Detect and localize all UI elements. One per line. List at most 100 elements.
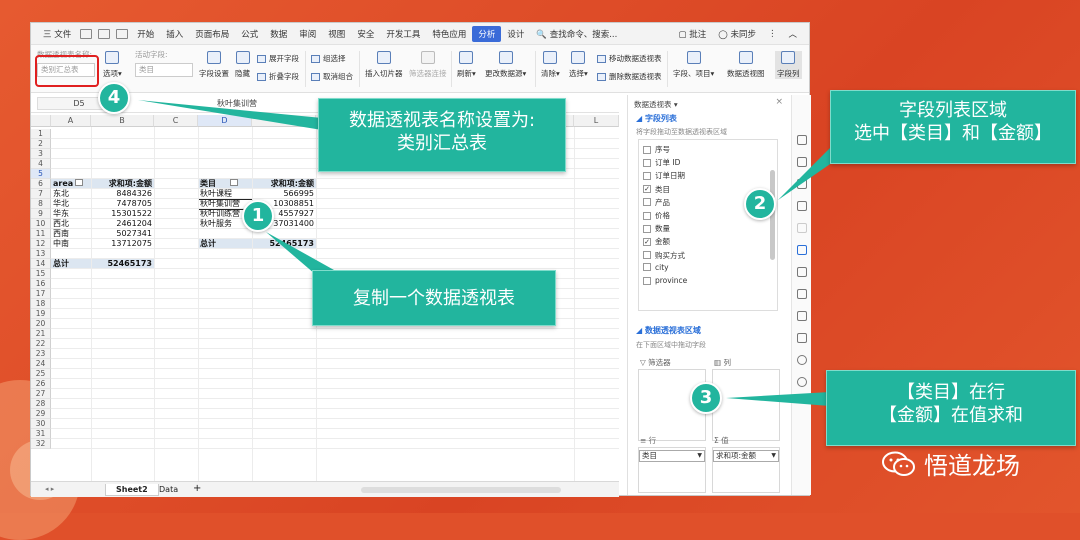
menu-tab-2[interactable]: 页面布局 [189,28,235,40]
row-header[interactable]: 29 [31,409,51,419]
row-header[interactable]: 10 [31,219,51,229]
menu-file[interactable]: 三 文件 [37,28,77,40]
checkbox-icon[interactable] [643,224,651,233]
cursor-icon[interactable] [797,135,807,145]
field-item[interactable]: city [643,263,669,272]
pivot-pane-icon[interactable] [797,245,807,255]
checkbox-icon[interactable] [643,171,651,180]
menu-tab-8[interactable]: 开发工具 [380,28,426,40]
menu-tab-1[interactable]: 插入 [160,28,189,40]
field-item[interactable]: province [643,276,687,285]
row-header[interactable]: 17 [31,289,51,299]
col-header-e[interactable]: E [252,115,316,127]
value-area[interactable]: 求和项:金额 ▼ [712,447,780,493]
field-items-button[interactable]: 字段、项目▾ [673,51,714,79]
more-icon[interactable]: ⋮ [762,29,783,39]
shapes-icon[interactable] [797,157,807,167]
expand-field-button[interactable]: 展开字段 [257,53,299,64]
image-icon[interactable] [797,311,807,321]
col-header-d[interactable]: D [198,115,252,127]
field-item[interactable]: ✓ 类目 [643,184,670,195]
pane-title[interactable]: 数据透视表 ▾ [634,99,678,110]
field-list-button[interactable]: 字段列 [775,51,802,79]
menu-tab-3[interactable]: 公式 [235,28,264,40]
camera-icon[interactable] [797,267,807,277]
collapse-field-button[interactable]: 折叠字段 [257,71,299,82]
backup-icon[interactable] [797,289,807,299]
field-item[interactable]: 序号 [643,144,670,155]
menu-tab-0[interactable]: 开始 [131,28,160,40]
insert-slicer-button[interactable]: 插入切片器 [365,51,403,79]
col-header-c[interactable]: C [154,115,198,127]
field-item[interactable]: 订单日期 [643,170,685,181]
row-header[interactable]: 3 [31,149,51,159]
row-header[interactable]: 7 [31,189,51,199]
checkbox-icon[interactable] [643,276,651,285]
print-icon[interactable] [98,28,111,39]
checkbox-checked-icon[interactable]: ✓ [643,237,651,246]
change-source-button[interactable]: 更改数据源▾ [485,51,526,79]
row-header[interactable]: 18 [31,299,51,309]
row-header[interactable]: 30 [31,419,51,429]
row-header[interactable]: 11 [31,229,51,239]
search-box[interactable]: 🔍 查找命令、搜索... [530,28,623,40]
menu-tab-7[interactable]: 安全 [351,28,380,40]
checkbox-icon[interactable] [643,251,651,260]
comment-button[interactable]: ▢ 批注 [673,28,713,40]
menu-tab-9[interactable]: 特色应用 [426,28,472,40]
move-pivot-button[interactable]: 移动数据透视表 [597,53,662,64]
disabled-icon[interactable] [797,223,807,233]
field-item[interactable]: 数量 [643,223,670,234]
row-header[interactable]: 27 [31,389,51,399]
filter-connect-button[interactable]: 筛选器连接 [409,51,447,79]
row-header[interactable]: 28 [31,399,51,409]
field-item[interactable]: ✓ 金额 [643,236,670,247]
menu-tab-5[interactable]: 审阅 [293,28,322,40]
checkbox-icon[interactable] [643,211,651,220]
row-header[interactable]: 21 [31,329,51,339]
location-icon[interactable] [797,333,807,343]
row-header[interactable]: 31 [31,429,51,439]
row-header[interactable]: 14 [31,259,51,269]
row-header[interactable]: 13 [31,249,51,259]
col-header-b[interactable]: B [91,115,154,127]
row-field-select[interactable]: 类目 ▼ [639,450,705,462]
checkbox-checked-icon[interactable]: ✓ [643,185,651,194]
menu-tab-analyze[interactable]: 分析 [472,25,502,42]
row-header[interactable]: 1 [31,129,51,139]
row-header[interactable]: 32 [31,439,51,449]
active-field-input[interactable]: 类目 [135,63,193,77]
collapse-icon[interactable]: ︿ [782,28,803,40]
select-button[interactable]: 选择▾ [569,51,588,79]
pivot-chart-button[interactable]: 数据透视图 [727,51,765,79]
row-header[interactable]: 26 [31,379,51,389]
row-area[interactable]: 类目 ▼ [638,447,706,493]
row-header[interactable]: 12 [31,239,51,249]
row-header[interactable]: 19 [31,309,51,319]
row-header[interactable]: 22 [31,339,51,349]
filter-dropdown-icon[interactable] [230,179,238,186]
options-button[interactable]: 选项▾ [103,51,122,79]
menu-tab-11[interactable]: 设计 [501,28,530,40]
row-header[interactable]: 9 [31,209,51,219]
row-header[interactable]: 5 [31,169,51,179]
corner-cell[interactable] [31,115,51,127]
horizontal-scrollbar[interactable] [361,487,561,493]
column-area[interactable] [712,369,780,441]
filter-dropdown-icon[interactable] [75,179,84,186]
close-icon[interactable]: × [775,97,783,107]
row-header[interactable]: 4 [31,159,51,169]
checkbox-icon[interactable] [643,198,651,207]
sheet-nav-arrows[interactable]: ◂ ▸ [35,484,64,494]
field-item[interactable]: 价格 [643,210,670,221]
row-header[interactable]: 16 [31,279,51,289]
row-header[interactable]: 15 [31,269,51,279]
row-header[interactable]: 2 [31,139,51,149]
checkbox-icon[interactable] [643,263,651,272]
field-item[interactable]: 购买方式 [643,250,685,261]
row-header[interactable]: 6 [31,179,51,189]
menu-tab-4[interactable]: 数据 [264,28,293,40]
delete-pivot-button[interactable]: 删除数据透视表 [597,71,662,82]
undo-icon[interactable] [116,28,129,39]
formula-value[interactable]: 秋叶集训营 [217,98,257,109]
